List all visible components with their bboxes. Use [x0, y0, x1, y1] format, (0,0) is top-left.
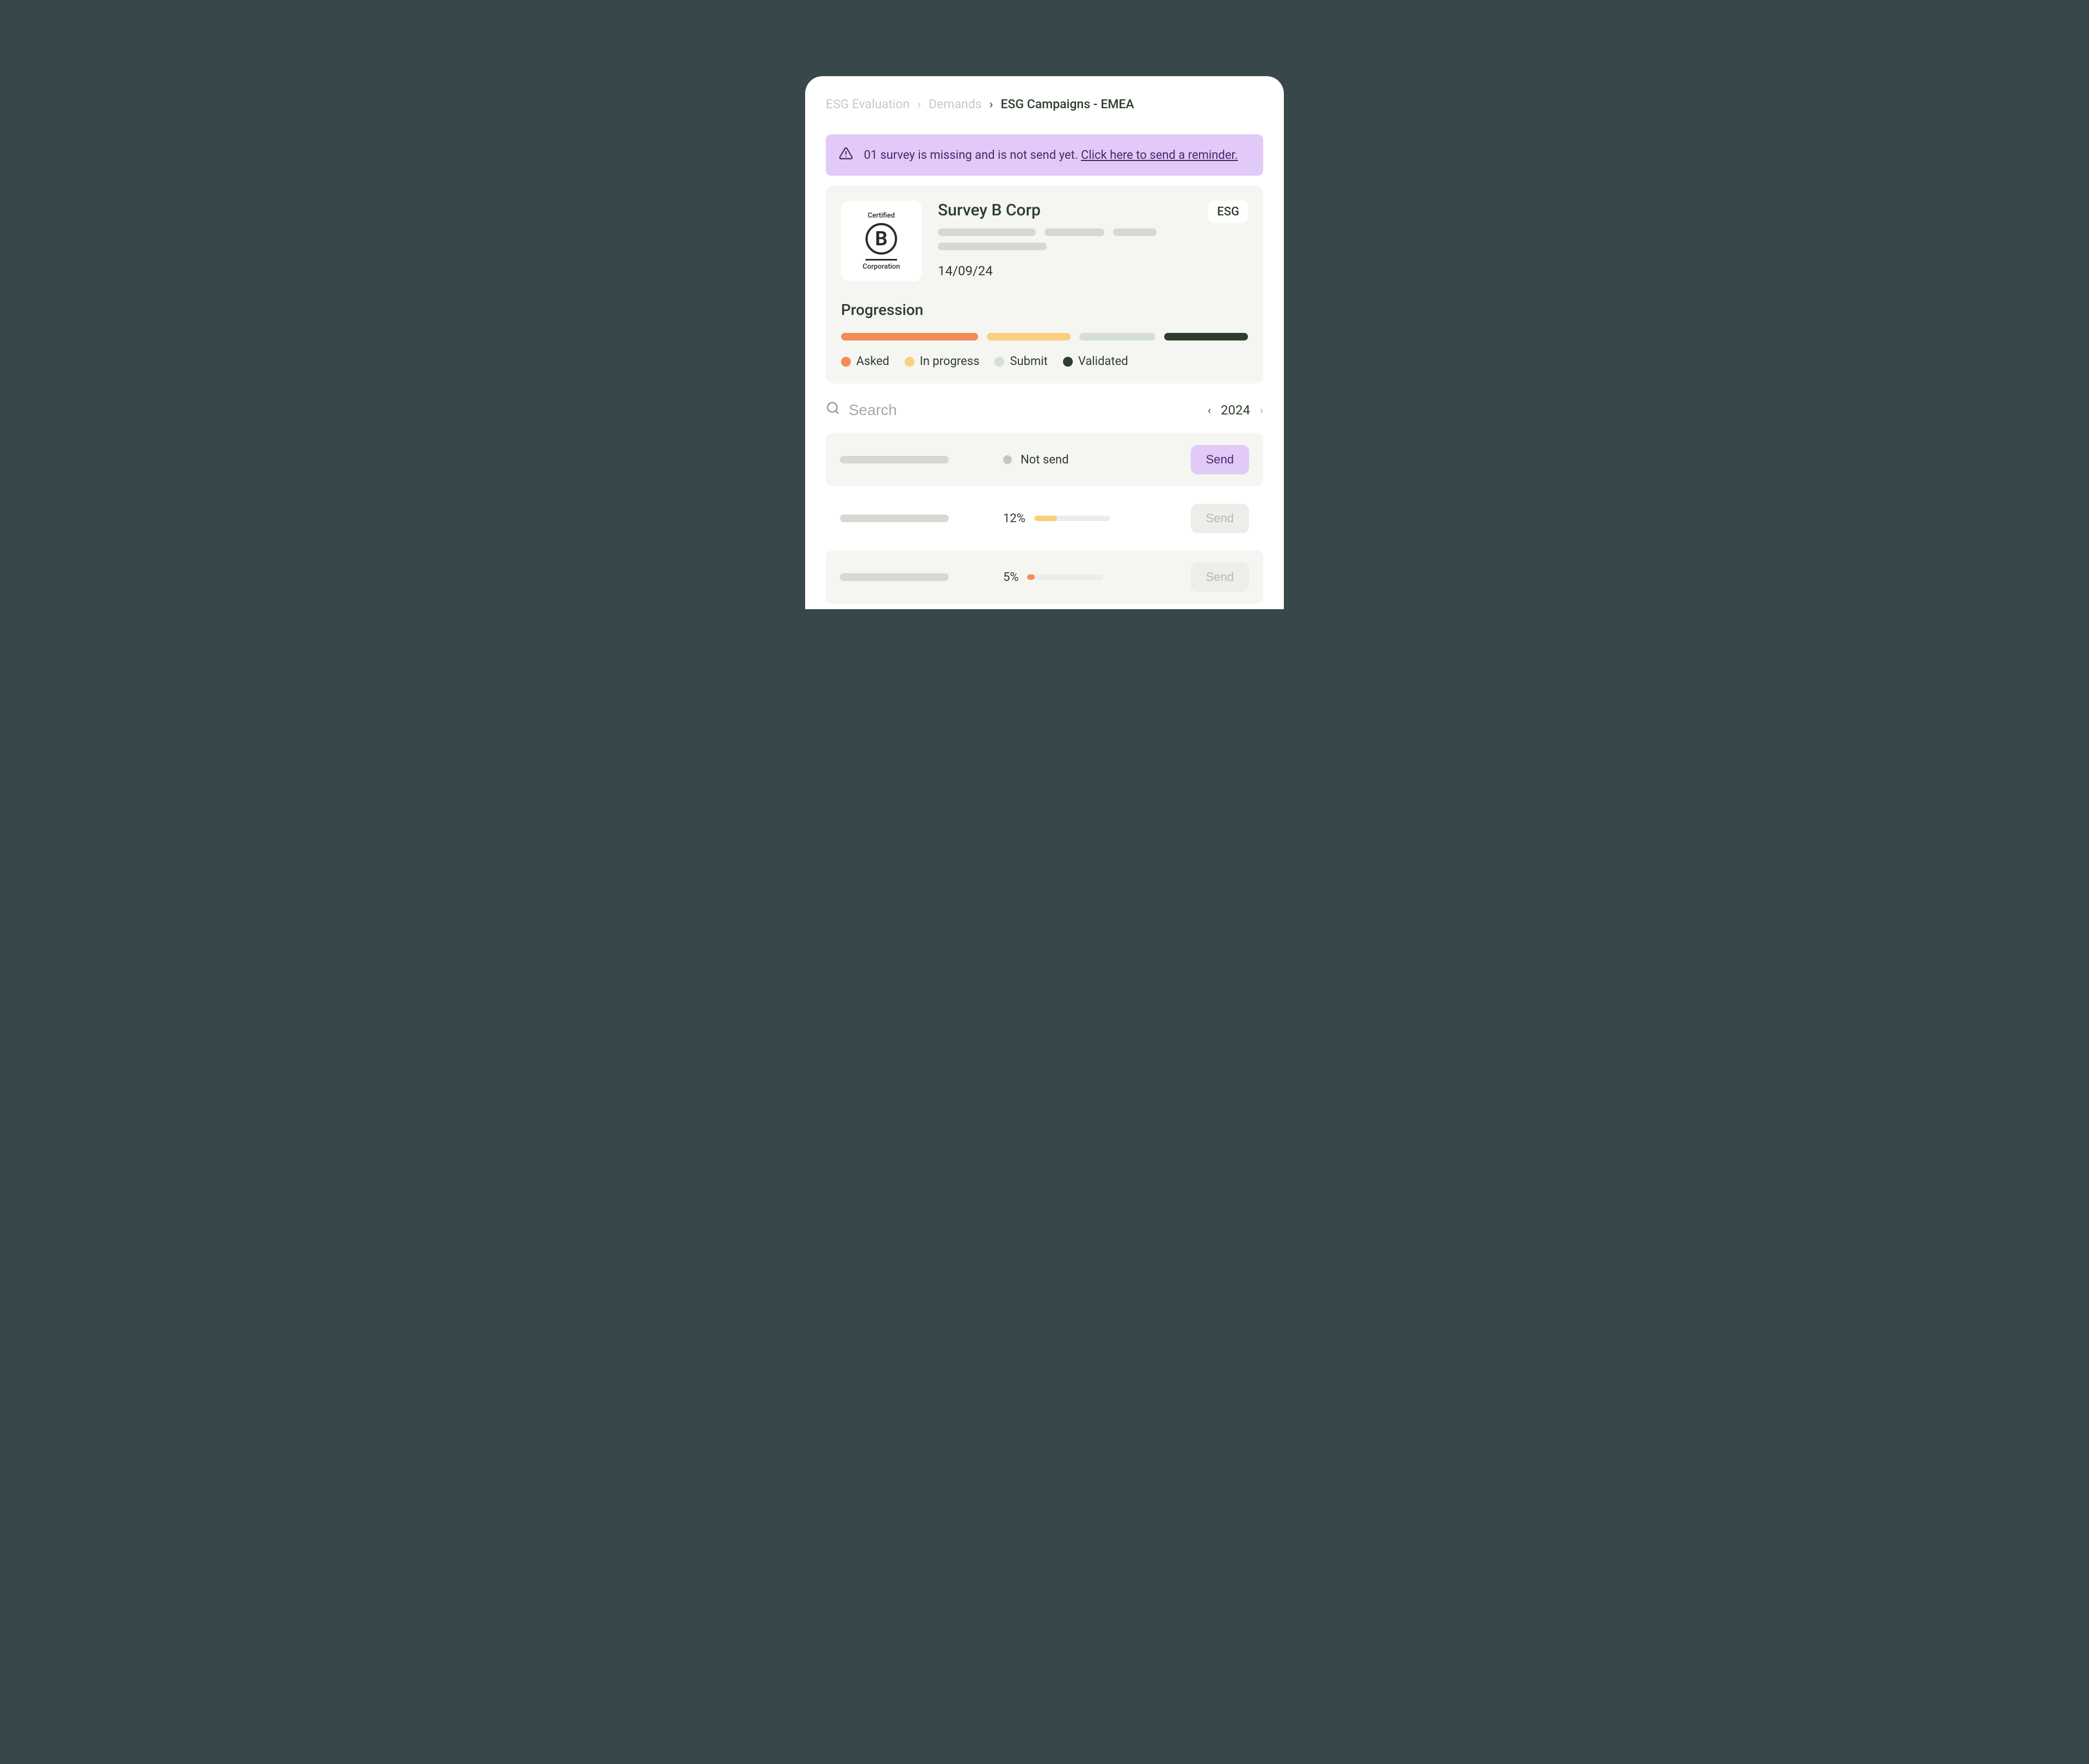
send-button: Send: [1191, 562, 1249, 592]
status-label: 5%: [1003, 571, 1018, 584]
legend-validated: Validated: [1063, 355, 1128, 368]
year-next-button[interactable]: ›: [1260, 404, 1263, 417]
survey-row: 5% Send: [826, 550, 1263, 604]
send-button[interactable]: Send: [1191, 445, 1249, 474]
legend-submit: Submit: [994, 355, 1047, 368]
progress-bar-submit: [1079, 333, 1155, 341]
row-status: 12%: [1003, 512, 1191, 525]
alert-reminder-link[interactable]: Click here to send a reminder.: [1081, 148, 1238, 162]
row-name-placeholder: [840, 456, 949, 463]
alert-text: 01 survey is missing and is not send yet…: [864, 148, 1238, 162]
row-status: 5%: [1003, 571, 1191, 584]
dot-icon: [841, 357, 851, 367]
progress-bar-inprogress: [987, 333, 1071, 341]
year-prev-button[interactable]: ‹: [1208, 404, 1211, 417]
warning-icon: [839, 146, 853, 164]
row-name-placeholder: [840, 515, 949, 522]
row-progress-bar: [1027, 574, 1103, 580]
progression-title: Progression: [841, 301, 1248, 319]
dot-icon: [994, 357, 1004, 367]
campaign-card: ESG Evaluation › Demands › ESG Campaigns…: [805, 76, 1284, 609]
progress-bar-asked: [841, 333, 978, 341]
summary-placeholder: [938, 228, 1248, 250]
progression-bars: [841, 333, 1248, 341]
breadcrumb-item[interactable]: Demands: [929, 97, 982, 112]
row-name-placeholder: [840, 573, 949, 581]
row-status: Not send: [1003, 453, 1191, 467]
send-button: Send: [1191, 504, 1249, 533]
summary-panel: Certified B Corporation Survey B Corp ES…: [826, 185, 1263, 383]
survey-row: 12% Send: [826, 492, 1263, 545]
legend-inprogress: In progress: [905, 355, 980, 368]
status-label: 12%: [1003, 512, 1025, 525]
chevron-right-icon: ›: [990, 97, 993, 112]
breadcrumb: ESG Evaluation › Demands › ESG Campaigns…: [826, 97, 1263, 112]
survey-title: Survey B Corp: [938, 201, 1041, 220]
dot-icon: [1063, 357, 1073, 367]
status-dot-icon: [1003, 455, 1012, 464]
chevron-right-icon: ›: [917, 97, 921, 112]
dot-icon: [905, 357, 914, 367]
survey-date: 14/09/24: [938, 263, 1248, 278]
status-label: Not send: [1021, 453, 1068, 467]
logo-letter: B: [866, 223, 897, 255]
row-progress-bar: [1034, 516, 1110, 521]
search-icon: [826, 401, 840, 419]
search-box[interactable]: [826, 401, 990, 419]
toolbar: ‹ 2024 ›: [826, 401, 1263, 419]
year-value: 2024: [1221, 403, 1250, 418]
year-stepper: ‹ 2024 ›: [1208, 403, 1263, 418]
logo-underline: [866, 259, 897, 261]
alert-banner: 01 survey is missing and is not send yet…: [826, 134, 1263, 176]
logo-top-text: Certified: [868, 212, 895, 220]
progression-legend: Asked In progress Submit Validated: [841, 355, 1248, 368]
breadcrumb-item[interactable]: ESG Evaluation: [826, 97, 910, 112]
search-input[interactable]: [849, 401, 990, 419]
progress-bar-validated: [1164, 333, 1248, 341]
esg-badge: ESG: [1208, 201, 1248, 223]
survey-row: Not send Send: [826, 433, 1263, 486]
breadcrumb-current: ESG Campaigns - EMEA: [1000, 97, 1134, 112]
legend-asked: Asked: [841, 355, 889, 368]
org-logo: Certified B Corporation: [841, 201, 922, 281]
logo-bottom-text: Corporation: [863, 263, 900, 271]
